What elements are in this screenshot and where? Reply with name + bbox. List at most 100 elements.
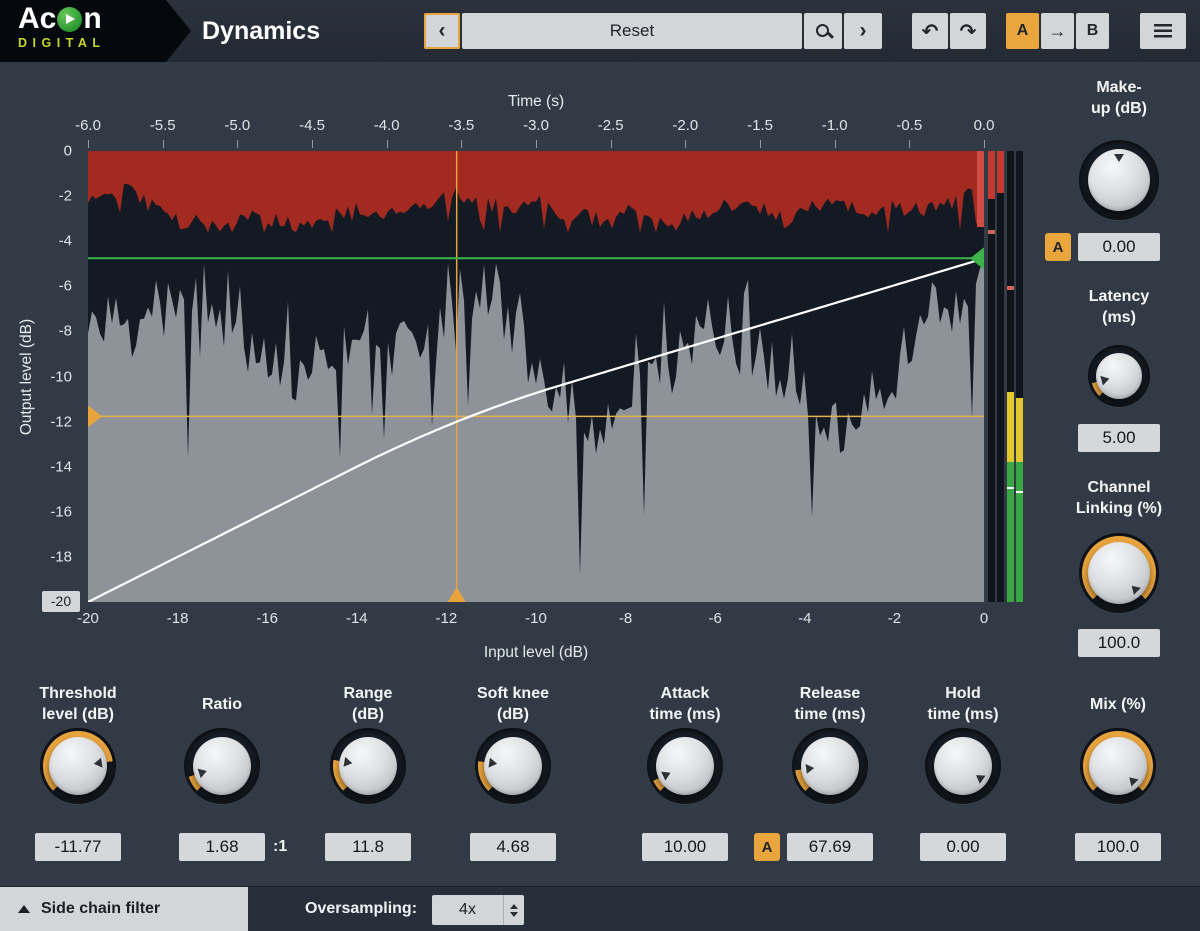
value-row-makeup: A0.00 [1078,233,1160,261]
level-peak-marker [1007,286,1014,290]
input-waveform [88,264,984,602]
stepper-up-icon [510,904,518,909]
param-softknee: Soft knee (dB)4.68 [438,680,588,861]
knob-mix[interactable] [1080,728,1156,804]
side-chain-filter-button[interactable]: Side chain filter [0,887,248,931]
output-tick-label: -16 [50,503,72,520]
oversampling-select[interactable]: 4x [432,895,524,925]
value-hold[interactable]: 0.00 [920,833,1006,861]
arrow-right-icon: → [1049,21,1067,42]
input-tick-label: -8 [619,610,632,627]
time-tick-label: -2.5 [598,117,624,134]
oversampling-stepper[interactable] [503,895,524,925]
input-tick-label: -14 [346,610,368,627]
value-softknee[interactable]: 4.68 [470,833,556,861]
time-tick-mark [685,140,686,148]
time-tick-label: -1.5 [747,117,773,134]
brand-name: Ac n [18,3,192,35]
undo-button[interactable]: ↶ [912,13,948,49]
value-release[interactable]: 67.69 [787,833,873,861]
menu-icon [1154,24,1172,38]
dynamics-plot-svg [88,151,984,602]
time-tick-label: -3.0 [523,117,549,134]
time-tick-label: -4.5 [299,117,325,134]
time-tick-mark [312,140,313,148]
param-label-attack: Attack time (ms) [649,680,720,728]
preset-prev-button[interactable]: ‹ [424,13,460,49]
output-tick-label: -4 [59,233,72,250]
time-tick-label: -5.0 [224,117,250,134]
value-makeup[interactable]: 0.00 [1078,233,1160,261]
menu-button[interactable] [1140,13,1186,49]
param-hold: Hold time (ms)0.00 [888,680,1038,861]
value-attack[interactable]: 10.00 [642,833,728,861]
knob-pointer [798,734,863,799]
knob-ratio[interactable] [184,728,260,804]
output-level-handle[interactable] [970,247,984,269]
ab-copy-button[interactable]: → [1041,13,1074,49]
param-label-mix: Mix (%) [1090,680,1146,728]
chevron-right-icon: › [860,19,867,43]
value-range[interactable]: 11.8 [325,833,411,861]
knob-range[interactable] [330,728,406,804]
knob-makeup[interactable] [1079,140,1159,220]
level-meter-green-right [1016,462,1023,602]
oversampling-value: 4x [432,901,503,919]
stepper-down-icon [510,912,518,917]
knob-release[interactable] [792,728,868,804]
time-tick-mark [835,140,836,148]
output-tick-label: -12 [50,413,72,430]
time-tick-label: 0.0 [974,117,995,134]
output-axis-min-label: -20 [42,591,80,612]
level-avg-tick-left [1007,487,1014,489]
value-threshold[interactable]: -11.77 [35,833,121,861]
param-ratio: Ratio 1.68 :1 [147,680,297,861]
dynamics-plot[interactable] [88,151,984,602]
knob-hold[interactable] [925,728,1001,804]
knob-threshold[interactable] [40,728,116,804]
param-linking: Channel Linking (%)100.0 [1040,476,1198,657]
preset-search-button[interactable] [804,13,842,49]
time-tick-mark [536,140,537,148]
param-label-ratio: Ratio [202,680,242,728]
gain-reduction-current-bar [977,151,984,227]
brand-text-pre: Ac [18,3,56,35]
brand-text-post: n [83,3,101,35]
knob-latency[interactable] [1088,345,1150,407]
param-label-makeup: Make- up (dB) [1091,76,1147,120]
value-linking[interactable]: 100.0 [1078,629,1160,657]
output-tick-label: -18 [50,548,72,565]
redo-button[interactable]: ↷ [950,13,986,49]
param-mix: Mix (%) 100.0 [1043,680,1193,861]
output-tick-label: -10 [50,368,72,385]
output-tick-label: -14 [50,458,72,475]
input-tick-label: -18 [167,610,189,627]
output-tick-label: -8 [59,323,72,340]
ab-compare-b-button[interactable]: B [1076,13,1109,49]
search-icon [816,24,831,39]
ab-compare-a-button[interactable]: A [1006,13,1039,49]
plugin-title: Dynamics [202,0,320,62]
time-tick-label: -6.0 [75,117,101,134]
output-tick-label: 0 [64,143,72,160]
value-mix[interactable]: 100.0 [1075,833,1161,861]
knob-attack[interactable] [647,728,723,804]
gr-meter-fill-right [997,151,1004,193]
knob-linking[interactable] [1079,533,1159,613]
bottom-bar: Side chain filter Oversampling: 4x [0,886,1200,931]
input-tick-label: -6 [709,610,722,627]
output-tick-label: -2 [59,188,72,205]
auto-button-makeup[interactable]: A [1045,233,1071,261]
preset-next-button[interactable]: › [844,13,882,49]
unit-suffix-ratio: :1 [273,833,287,861]
auto-button-release[interactable]: A [754,833,780,861]
knob-softknee[interactable] [475,728,551,804]
acon-digital-logo: Ac n DIGITAL [0,0,192,62]
input-tick-label: -16 [256,610,278,627]
value-latency[interactable]: 5.00 [1078,424,1160,452]
param-label-range: Range (dB) [344,680,393,728]
input-tick-label: -10 [525,610,547,627]
value-ratio[interactable]: 1.68 [179,833,265,861]
preset-name-field[interactable]: Reset [462,13,802,49]
side-chain-filter-label: Side chain filter [41,900,160,918]
